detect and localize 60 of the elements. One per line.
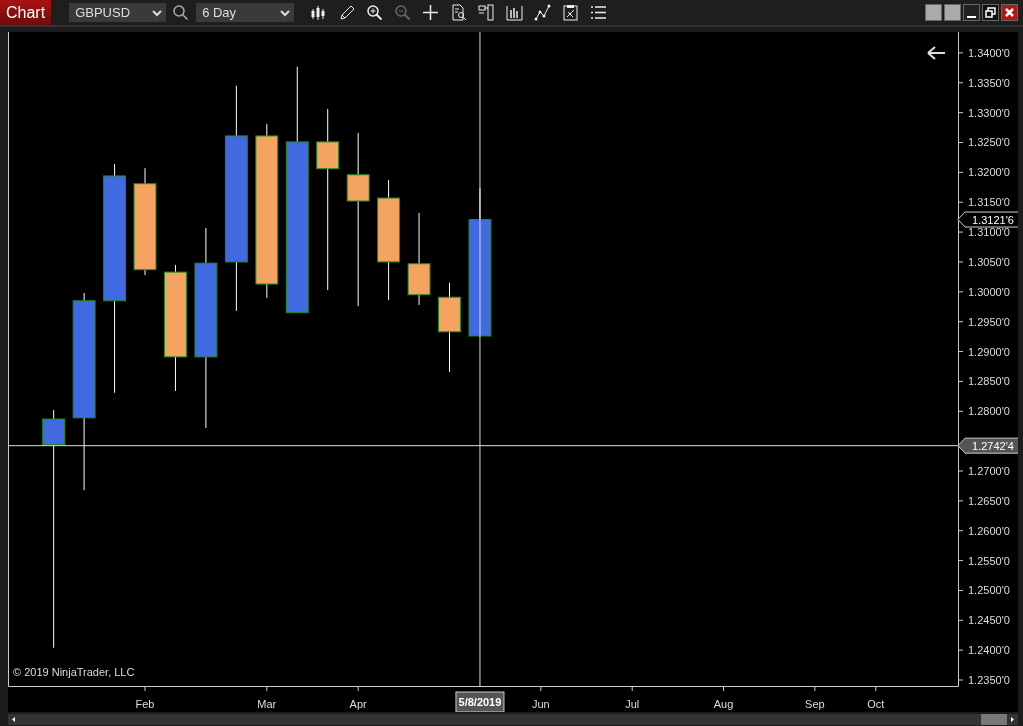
price-axis-label: 1.2700'0 <box>968 465 1010 477</box>
date-axis-label: Feb <box>135 698 155 710</box>
crosshair-date-label: 5/8/2019 <box>455 691 505 712</box>
data-box-icon <box>449 4 467 21</box>
price-axis-label: 1.2400'0 <box>968 644 1010 657</box>
close-button[interactable] <box>1001 4 1018 21</box>
minimize-button[interactable] <box>963 4 980 21</box>
date-axis-label: Jun <box>532 698 550 710</box>
interval-dropdown[interactable]: 6 Day <box>196 3 295 22</box>
date-axis-label: Jul <box>625 698 640 710</box>
search-icon <box>171 4 189 21</box>
price-axis-label: 1.2900'0 <box>968 345 1010 358</box>
price-axis-label: 1.2450'0 <box>968 614 1010 627</box>
minimize-icon <box>967 16 976 18</box>
crosshair-icon <box>421 4 439 21</box>
close-icon <box>1003 6 1016 19</box>
restore-button[interactable] <box>982 4 999 21</box>
crosshair-price-label: 1.2742'4 <box>957 437 1018 454</box>
pencil-icon <box>337 4 355 21</box>
zoom-out-icon <box>393 4 411 21</box>
price-axis-label: 1.2500'0 <box>968 584 1010 597</box>
zoom-in-icon <box>365 4 383 21</box>
last-price-label: 1.3121'6 <box>957 211 1018 228</box>
price-axis-label: 1.2600'0 <box>968 524 1010 537</box>
price-axis-label: 1.2800'0 <box>968 405 1010 418</box>
price-axis-label: 1.3300'0 <box>968 106 1010 119</box>
price-axis-label: 1.3400'0 <box>968 46 1010 59</box>
price-axis-label: 1.3250'0 <box>968 136 1010 149</box>
back-arrow-icon[interactable] <box>927 46 946 60</box>
price-axis-label: 1.3150'0 <box>968 196 1010 209</box>
chart-tab[interactable]: Chart <box>0 0 52 25</box>
template-icon <box>561 4 579 21</box>
date-axis-label: Sep <box>805 698 825 710</box>
list-icon <box>589 4 607 21</box>
price-axis-label: 1.2950'0 <box>968 315 1010 328</box>
instrument-dropdown[interactable]: GBPUSD <box>69 3 167 22</box>
scrollbar-thumb[interactable] <box>981 714 1007 725</box>
properties-icon <box>477 4 495 21</box>
window-button[interactable] <box>925 4 942 21</box>
date-axis-label: Aug <box>713 698 734 710</box>
caret-icon <box>280 8 291 17</box>
bars-icon <box>505 4 523 21</box>
date-axis-label: Apr <box>349 698 367 710</box>
copyright-text: © 2019 NinjaTrader, LLC <box>13 666 135 678</box>
price-axis-label: 1.3100'0 <box>968 226 1010 239</box>
price-axis-label: 1.2650'0 <box>968 494 1010 507</box>
restore-icon <box>984 6 997 19</box>
price-axis-label: 1.3050'0 <box>968 255 1010 268</box>
price-axis-label: 1.2850'0 <box>968 375 1010 388</box>
caret-icon <box>152 8 163 17</box>
price-axis-label: 1.2350'0 <box>968 674 1010 687</box>
horizontal-scrollbar[interactable] <box>8 714 1018 725</box>
candles-icon <box>309 4 327 21</box>
date-axis-label: Oct <box>867 698 885 710</box>
price-axis-label: 1.3000'0 <box>968 285 1010 298</box>
strategy-icon <box>533 4 551 21</box>
price-axis-label: 1.3200'0 <box>968 166 1010 179</box>
date-axis-label: Mar <box>257 698 277 710</box>
price-axis-label: 1.3350'0 <box>968 76 1010 89</box>
price-axis-label: 1.2550'0 <box>968 554 1010 567</box>
